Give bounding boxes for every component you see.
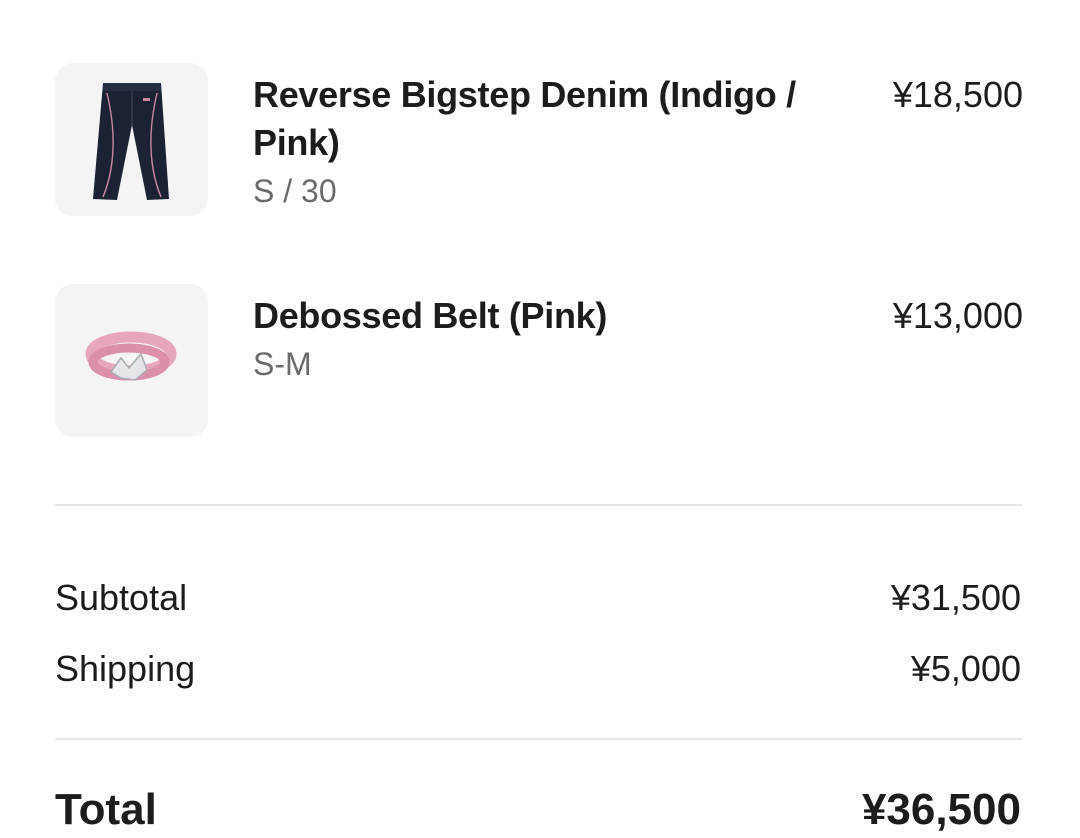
item-variant: S / 30 [253, 173, 337, 209]
denim-pants-icon [93, 83, 169, 200]
subtotal-label: Subtotal [55, 577, 188, 618]
pink-belt-icon [85, 331, 177, 381]
divider [55, 738, 1023, 740]
item-info: Debossed Belt (Pink) S-M [253, 292, 843, 386]
item-variant: S-M [253, 346, 312, 382]
shipping-value: ¥5,000 [910, 648, 1021, 689]
total-row: Total ¥36,500 [55, 782, 1021, 838]
product-thumbnail[interactable] [55, 63, 208, 216]
shipping-row: Shipping ¥5,000 [55, 645, 1021, 693]
product-thumbnail[interactable] [55, 284, 208, 437]
item-info: Reverse Bigstep Denim (Indigo / Pink) S … [253, 71, 843, 213]
shipping-label: Shipping [55, 648, 196, 689]
subtotal-value: ¥31,500 [890, 577, 1021, 618]
total-value: ¥36,500 [861, 785, 1021, 834]
item-price: ¥13,000 [892, 295, 1023, 336]
total-label: Total [55, 785, 157, 834]
order-summary: Reverse Bigstep Denim (Indigo / Pink) S … [0, 0, 1080, 834]
divider [55, 504, 1023, 506]
subtotal-row: Subtotal ¥31,500 [55, 574, 1021, 622]
item-name: Reverse Bigstep Denim (Indigo / Pink) [253, 74, 796, 163]
item-name: Debossed Belt (Pink) [253, 295, 608, 336]
item-price: ¥18,500 [892, 74, 1023, 115]
